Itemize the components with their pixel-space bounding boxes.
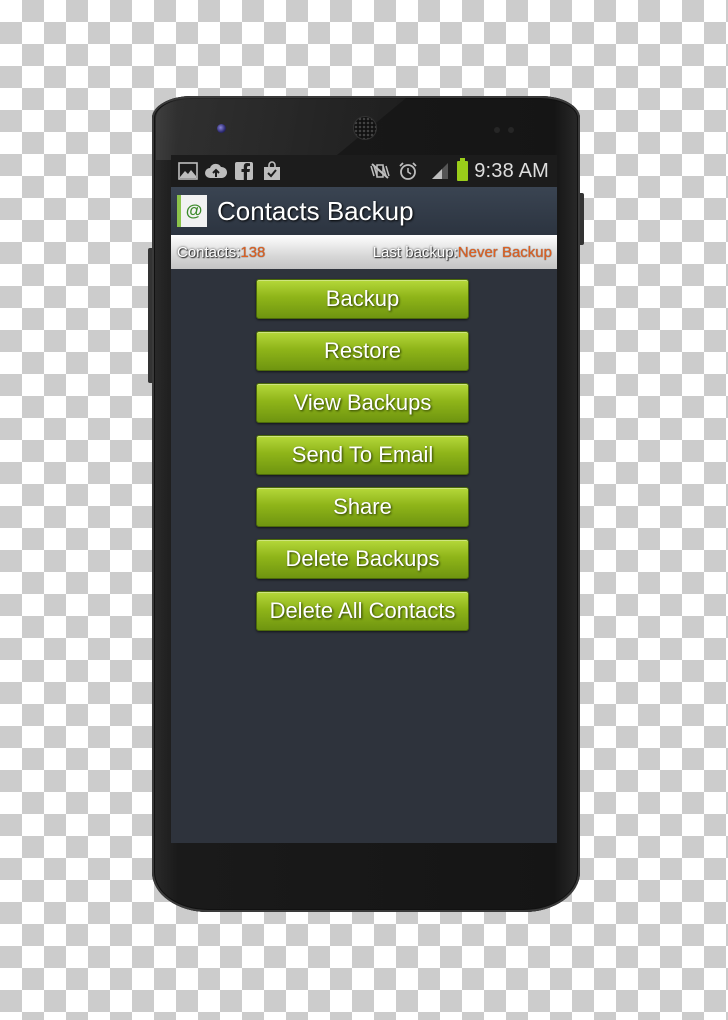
app-logo-icon: @ [177,195,207,227]
light-sensor-icon [508,127,514,133]
contacts-count: Contacts:138 [171,244,265,261]
last-backup: Last backup:Never Backup [373,244,557,261]
signal-icon [429,161,451,181]
status-bar: 9:38 AM [171,155,557,187]
screen: 9:38 AM @ Contacts Backup Contacts:138 L… [171,155,557,843]
app-title-bar: @ Contacts Backup [171,187,557,235]
power-button[interactable] [580,193,584,245]
app-title: Contacts Backup [217,195,414,226]
info-bar: Contacts:138 Last backup:Never Backup [171,235,557,269]
proximity-sensor-icon [494,127,500,133]
front-camera-icon [217,124,226,133]
status-time: 9:38 AM [474,159,549,182]
alarm-clock-icon [397,161,419,181]
backup-button[interactable]: Backup [256,279,469,319]
shopping-bag-check-icon [261,161,283,181]
cloud-upload-icon [205,161,227,181]
contacts-label: Contacts: [177,243,241,261]
delete-all-contacts-button[interactable]: Delete All Contacts [256,591,469,631]
share-button[interactable]: Share [256,487,469,527]
view-backups-button[interactable]: View Backups [256,383,469,423]
last-backup-value: Never Backup [457,243,552,261]
restore-button[interactable]: Restore [256,331,469,371]
last-backup-label: Last backup: [372,243,458,261]
send-to-email-button[interactable]: Send To Email [256,435,469,475]
earpiece-speaker-icon [353,116,377,140]
facebook-icon [233,161,255,181]
battery-icon [457,158,469,181]
gallery-icon [177,161,199,181]
delete-backups-button[interactable]: Delete Backups [256,539,469,579]
action-buttons: Backup Restore View Backups Send To Emai… [256,279,471,643]
contacts-value: 138 [240,243,266,261]
mute-vibrate-icon [369,161,391,181]
